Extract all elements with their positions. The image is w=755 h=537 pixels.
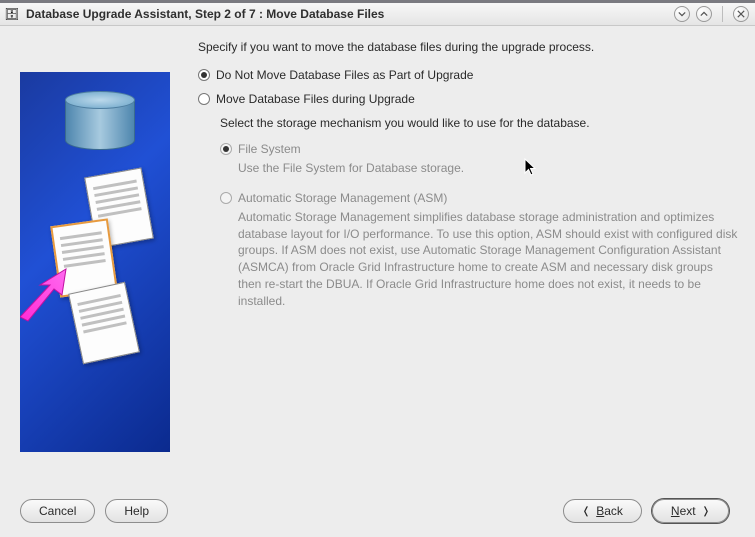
titlebar: 🗄 Database Upgrade Assistant, Step 2 of … [0, 0, 755, 26]
chevron-left-icon: ❬ [582, 506, 590, 517]
side-graphic [20, 72, 170, 452]
file-system-desc: Use the File System for Database storage… [238, 160, 738, 177]
next-label: ext [680, 504, 696, 518]
minimize-button[interactable] [674, 6, 690, 22]
document-icon [68, 282, 140, 364]
database-icon [65, 100, 135, 160]
option-label: File System [238, 142, 301, 156]
radio-icon [198, 93, 210, 105]
option-move[interactable]: Move Database Files during Upgrade [198, 92, 739, 106]
option-do-not-move[interactable]: Do Not Move Database Files as Part of Up… [198, 68, 739, 82]
chevron-right-icon: ❭ [702, 506, 710, 517]
window-controls [674, 6, 749, 22]
asm-desc: Automatic Storage Management simplifies … [238, 209, 738, 310]
back-label: ack [604, 504, 623, 518]
cancel-button[interactable]: Cancel [20, 499, 95, 523]
close-button[interactable] [733, 6, 749, 22]
next-button[interactable]: Next ❭ [652, 499, 729, 523]
option-file-system[interactable]: File System [220, 142, 739, 156]
back-button[interactable]: ❬ Back [563, 499, 642, 523]
help-button[interactable]: Help [105, 499, 168, 523]
window-title: Database Upgrade Assistant, Step 2 of 7 … [26, 7, 668, 21]
option-asm[interactable]: Automatic Storage Management (ASM) [220, 191, 739, 205]
radio-icon [220, 143, 232, 155]
content-area: Specify if you want to move the database… [0, 26, 755, 537]
radio-icon [220, 192, 232, 204]
instruction-text: Specify if you want to move the database… [198, 40, 739, 54]
maximize-button[interactable] [696, 6, 712, 22]
option-label: Automatic Storage Management (ASM) [238, 191, 447, 205]
button-bar: Cancel Help ❬ Back Next ❭ [20, 499, 739, 523]
app-icon: 🗄 [4, 6, 20, 22]
option-label: Move Database Files during Upgrade [216, 92, 415, 106]
titlebar-separator [722, 6, 723, 22]
form-body: Specify if you want to move the database… [198, 40, 739, 452]
storage-instruction: Select the storage mechanism you would l… [220, 116, 739, 130]
radio-icon [198, 69, 210, 81]
option-label: Do Not Move Database Files as Part of Up… [216, 68, 473, 82]
